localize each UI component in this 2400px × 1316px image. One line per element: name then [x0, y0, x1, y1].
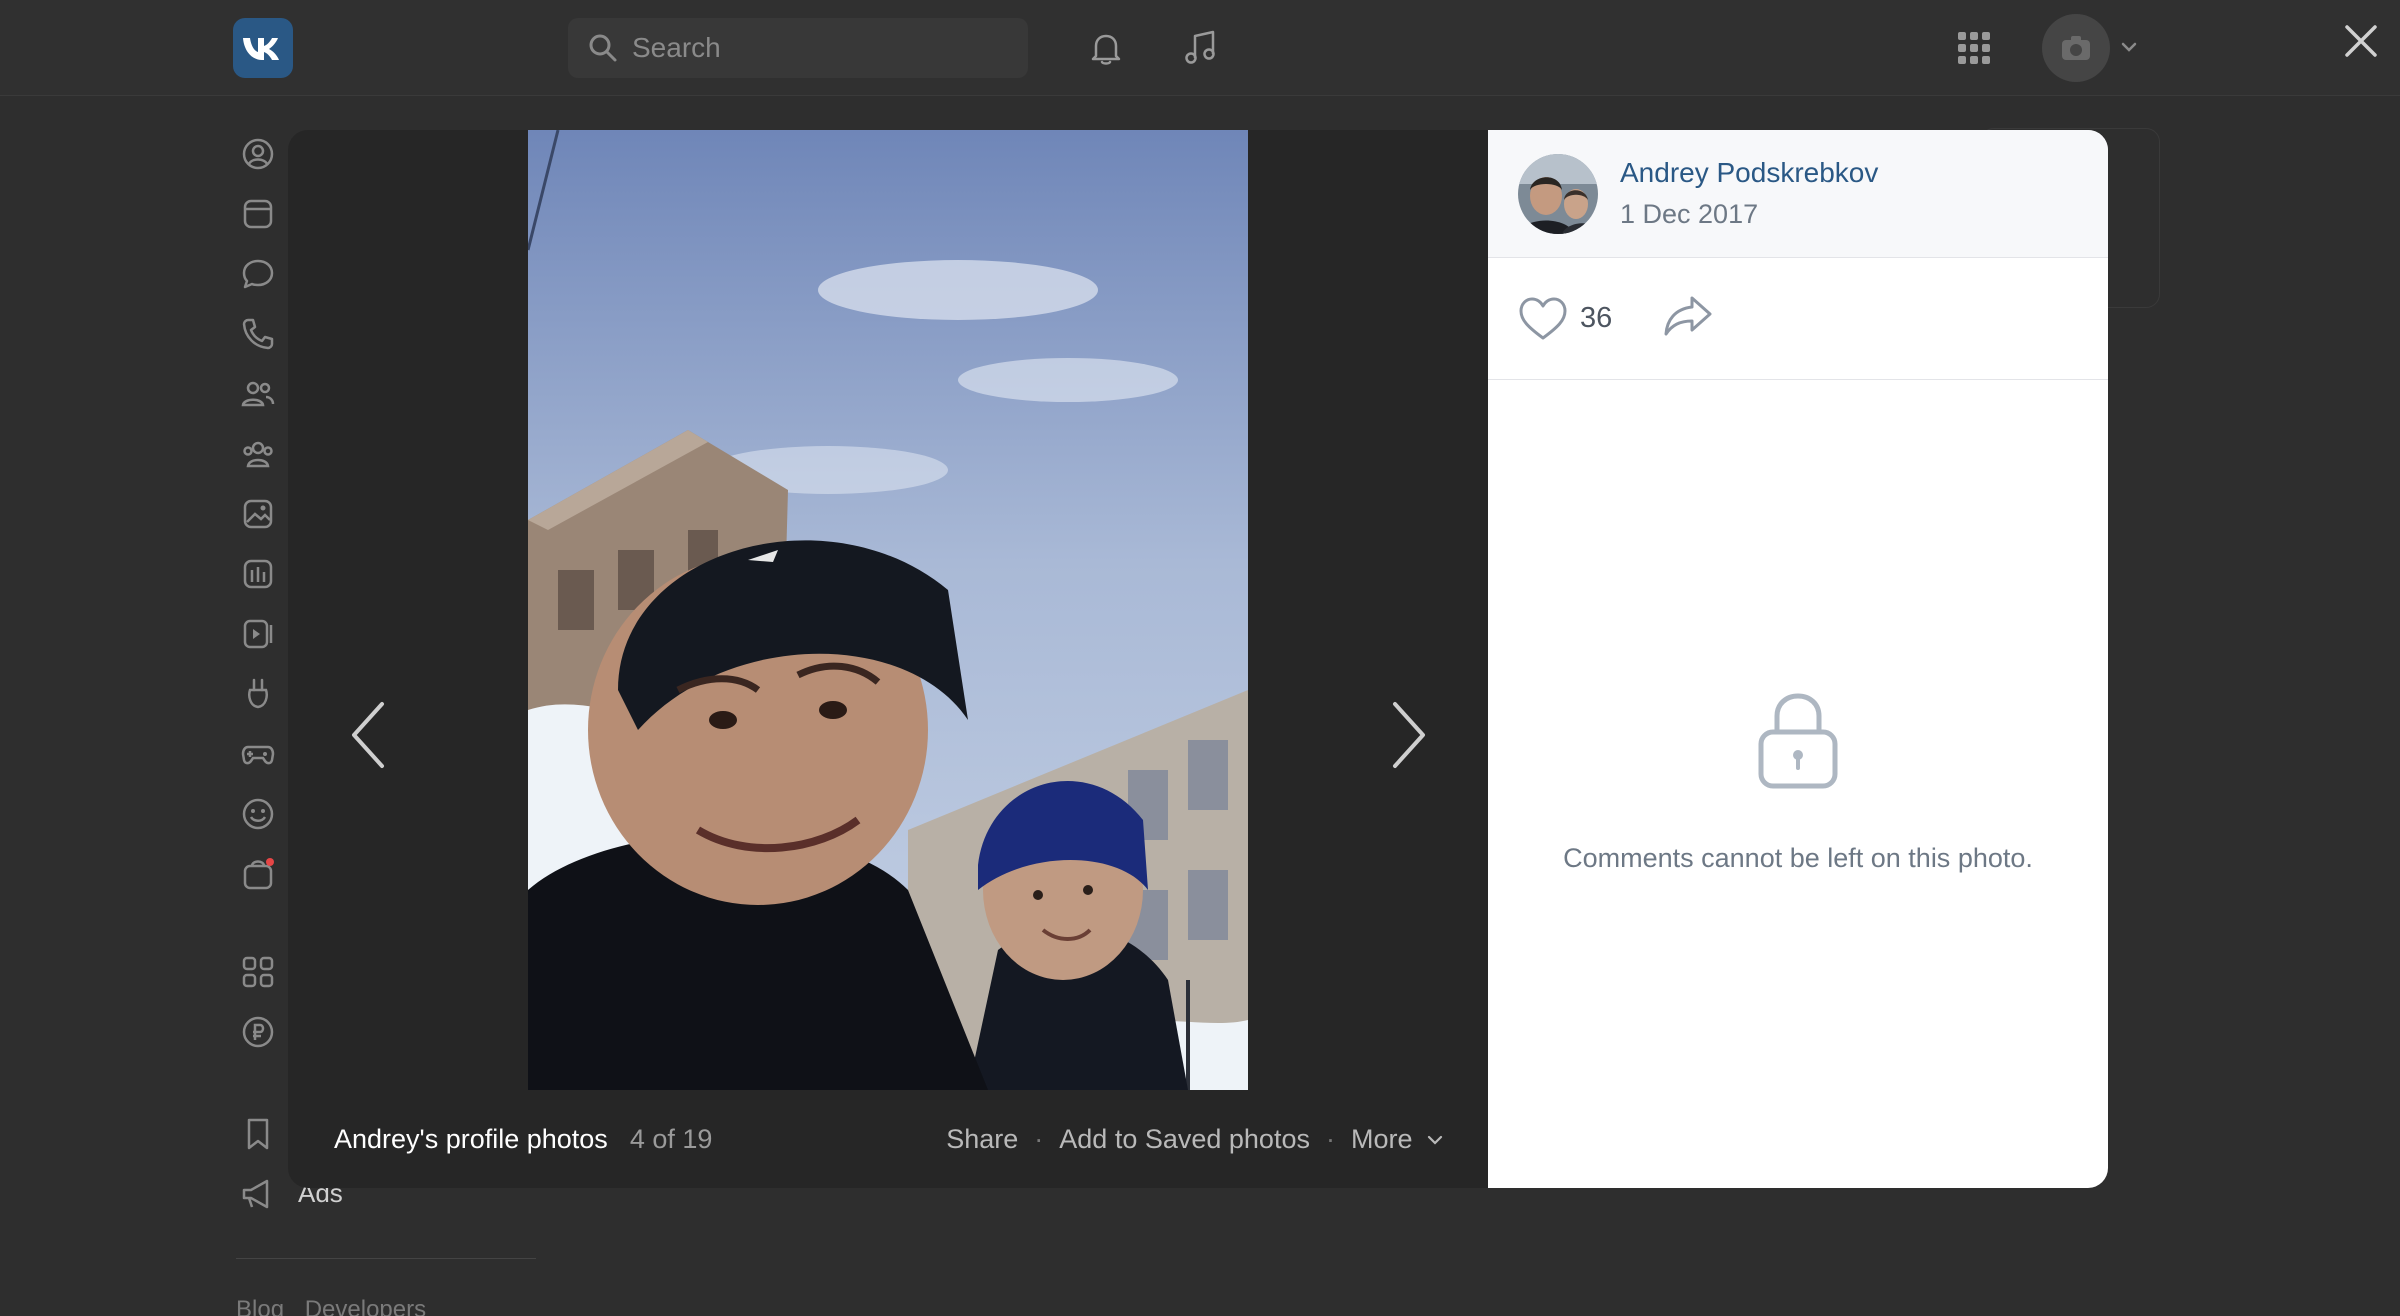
sidebar-item-clips[interactable]	[234, 670, 282, 718]
bell-icon	[1091, 34, 1121, 65]
share-arrow-icon	[1664, 296, 1712, 336]
sidebar-item-market[interactable]	[234, 850, 282, 898]
share-link[interactable]: Share	[946, 1124, 1018, 1155]
vk-logo-icon	[243, 38, 279, 60]
sidebar-item-services[interactable]	[234, 948, 282, 996]
search-box[interactable]	[568, 18, 1028, 78]
top-bar	[0, 0, 2400, 96]
more-menu-button[interactable]: More	[1351, 1124, 1444, 1155]
chevron-down-icon	[1427, 1136, 1443, 1145]
sidebar-item-news[interactable]	[234, 190, 282, 238]
vk-logo[interactable]	[233, 18, 293, 78]
phone-icon	[242, 318, 274, 350]
video-icon	[243, 619, 273, 649]
author-avatar[interactable]	[1518, 153, 1598, 234]
message-bubble-icon	[242, 259, 274, 289]
comments-locked-text: Comments cannot be left on this photo.	[1563, 843, 2033, 873]
selfie-photo	[528, 130, 1248, 1090]
close-viewer-button[interactable]	[2336, 16, 2386, 66]
close-icon	[2345, 25, 2377, 57]
sidebar-item-videos[interactable]	[234, 610, 282, 658]
photo-counter: 4 of 19	[629, 1123, 713, 1154]
author-meta: Andrey Podskrebkov 1 Dec 2017	[1620, 157, 1878, 230]
photo-info-pane: Andrey Podskrebkov 1 Dec 2017 36 Comment…	[1488, 130, 2108, 1188]
sidebar-divider	[236, 1258, 536, 1259]
photo-image[interactable]	[528, 130, 1248, 1090]
search-input[interactable]	[632, 32, 992, 64]
author-avatar-image	[1518, 153, 1598, 234]
author-name[interactable]: Andrey Podskrebkov	[1620, 157, 1878, 189]
bookmark-icon	[247, 1118, 269, 1150]
notifications-button[interactable]	[1076, 18, 1136, 78]
smile-icon	[242, 798, 274, 830]
reactions-row: 36	[1488, 258, 2108, 380]
chevron-right-icon	[1393, 702, 1425, 768]
sidebar-item-messages[interactable]	[234, 250, 282, 298]
sidebar-item-friends[interactable]	[234, 370, 282, 418]
comments-locked-notice: Comments cannot be left on this photo.	[1488, 690, 2108, 874]
sidebar-item-music[interactable]	[234, 550, 282, 598]
sidebar-item-profile[interactable]	[234, 130, 282, 178]
shopping-bag-icon	[243, 858, 274, 890]
apps-button[interactable]	[1944, 18, 2004, 78]
like-count: 36	[1580, 302, 1613, 334]
user-circle-icon	[242, 138, 274, 170]
add-to-saved-link[interactable]: Add to Saved photos	[1059, 1124, 1310, 1155]
separator-dot: ·	[1325, 1123, 1335, 1154]
sidebar-item-ads[interactable]	[234, 1170, 282, 1218]
post-date: 1 Dec 2017	[1620, 199, 1759, 229]
photo-pane: Andrey's profile photos 4 of 19 Share · …	[288, 130, 1488, 1188]
music-button[interactable]	[1170, 18, 1230, 78]
sidebar-item-payments[interactable]	[234, 1008, 282, 1056]
music-library-icon	[243, 559, 273, 589]
share-button[interactable]	[1662, 294, 1714, 343]
footer-links: Blog Developers	[236, 1296, 440, 1316]
photo-actions: Share · Add to Saved photos · More	[946, 1124, 1444, 1155]
next-photo-button[interactable]	[1379, 690, 1439, 780]
album-title[interactable]: Andrey's profile photos	[334, 1124, 608, 1155]
communities-icon	[243, 441, 273, 468]
profile-menu-avatar[interactable]	[2042, 14, 2110, 82]
sidebar-item-stickers[interactable]	[234, 790, 282, 838]
clips-icon	[248, 678, 268, 709]
megaphone-icon	[242, 1179, 269, 1209]
friends-icon	[241, 381, 275, 407]
services-grid-icon	[242, 956, 274, 988]
apps-grid-icon	[1958, 32, 1990, 64]
photo-footer: Andrey's profile photos 4 of 19 Share · …	[288, 1090, 1488, 1188]
sidebar-item-calls[interactable]	[234, 310, 282, 358]
lock-icon	[1758, 693, 1838, 789]
footer-link-blog[interactable]: Blog	[236, 1296, 284, 1316]
more-label: More	[1350, 1123, 1413, 1154]
author-row: Andrey Podskrebkov 1 Dec 2017	[1488, 130, 2108, 258]
gamepad-icon	[241, 745, 275, 765]
previous-photo-button[interactable]	[338, 690, 398, 780]
camera-icon	[2062, 36, 2090, 60]
like-button[interactable]: 36	[1518, 296, 1612, 342]
heart-icon	[1519, 297, 1567, 339]
separator-dot: ·	[1034, 1123, 1044, 1154]
footer-link-developers[interactable]: Developers	[305, 1296, 426, 1316]
photos-icon	[243, 499, 273, 529]
sidebar-item-photos[interactable]	[234, 490, 282, 538]
sidebar-item-communities[interactable]	[234, 430, 282, 478]
newsfeed-icon	[243, 199, 273, 229]
sidebar-item-games[interactable]	[234, 730, 282, 778]
ruble-coin-icon	[242, 1016, 274, 1048]
sidebar-item-bookmarks[interactable]	[234, 1110, 282, 1158]
music-note-icon	[1185, 30, 1215, 64]
chevron-left-icon	[352, 702, 384, 768]
search-icon	[589, 34, 617, 62]
photo-viewer: Andrey's profile photos 4 of 19 Share · …	[288, 130, 2108, 1188]
chevron-down-icon[interactable]	[2118, 36, 2140, 58]
